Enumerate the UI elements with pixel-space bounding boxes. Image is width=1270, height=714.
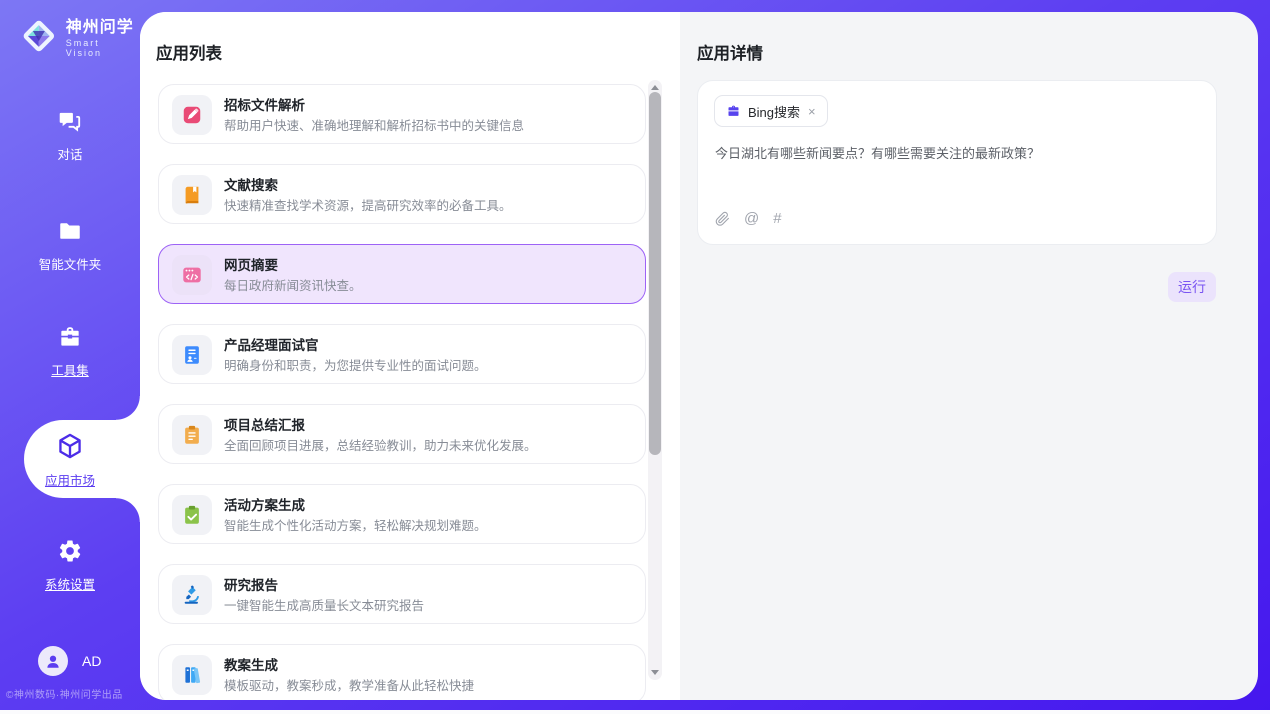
bid-doc-icon [172, 95, 212, 135]
scrollbar-thumb[interactable] [649, 92, 661, 455]
app-name: 活动方案生成 [224, 494, 305, 514]
toolbox-icon [57, 337, 83, 354]
app-description: 帮助用户快速、准确地理解和解析招标书中的关键信息 [224, 115, 524, 134]
cube-icon [56, 447, 84, 464]
bubble-notch-bottom [116, 498, 140, 522]
app-card-4[interactable]: 产品经理面试官明确身份和职责，为您提供专业性的面试问题。 [158, 324, 646, 384]
attachment-icon[interactable] [715, 211, 730, 227]
copyright-footer: ©神州数码·神州问学出品 [6, 686, 123, 701]
app-card-8[interactable]: 教案生成模板驱动，教案秒成，教学准备从此轻松快捷 [158, 644, 646, 700]
brand-logo-icon [20, 17, 58, 55]
app-description: 模板驱动，教案秒成，教学准备从此轻松快捷 [224, 675, 474, 694]
app-card-6[interactable]: 活动方案生成智能生成个性化活动方案，轻松解决规划难题。 [158, 484, 646, 544]
mention-icon[interactable]: @ [744, 210, 759, 227]
app-card-1[interactable]: 招标文件解析帮助用户快速、准确地理解和解析招标书中的关键信息 [158, 84, 646, 144]
folder-icon [57, 231, 83, 248]
microscope-icon [172, 575, 212, 615]
user-row[interactable]: AD [38, 646, 101, 676]
tool-tag-bing-search[interactable]: Bing搜索 × [714, 95, 828, 127]
avatar[interactable] [38, 646, 68, 676]
sidebar-item-2[interactable]: 智能文件夹 [0, 218, 140, 273]
input-toolbar: @ # [715, 210, 782, 227]
app-detail-title: 应用详情 [697, 40, 763, 64]
sidebar-item-4[interactable]: 应用市场 [0, 432, 140, 489]
app-detail-panel: 应用详情 Bing搜索 × 今日湖北有哪些新闻要点？有哪些需要关注的最新政策？ … [680, 12, 1258, 700]
app-name: 文献搜索 [224, 174, 278, 194]
sidebar-item-1[interactable]: 对话 [0, 108, 140, 163]
bottom-strip [0, 710, 1270, 714]
app-description: 全面回顾项目进展，总结经验教训，助力未来优化发展。 [224, 435, 537, 454]
page: 神州问学 Smart Vision 对话智能文件夹工具集应用市场系统设置 AD … [0, 0, 1270, 714]
app-list-panel: 应用列表 招标文件解析帮助用户快速、准确地理解和解析招标书中的关键信息文献搜索快… [140, 12, 680, 700]
app-name: 招标文件解析 [224, 94, 305, 114]
app-name: 网页摘要 [224, 254, 278, 274]
main-content: 应用列表 招标文件解析帮助用户快速、准确地理解和解析招标书中的关键信息文献搜索快… [140, 12, 1258, 700]
tool-tag-label: Bing搜索 [748, 102, 800, 121]
book-icon [172, 175, 212, 215]
interview-icon [172, 335, 212, 375]
brand: 神州问学 Smart Vision [20, 13, 140, 58]
scrollbar[interactable] [648, 80, 662, 680]
bubble-notch-top [116, 396, 140, 420]
run-button[interactable]: 运行 [1168, 272, 1216, 302]
app-name: 产品经理面试官 [224, 334, 319, 354]
briefcase-icon [726, 104, 741, 119]
sidebar-item-label: 工具集 [0, 360, 140, 379]
query-text[interactable]: 今日湖北有哪些新闻要点？有哪些需要关注的最新政策？ [715, 144, 1200, 164]
app-card-3[interactable]: 网页摘要每日政府新闻资讯快查。 [158, 244, 646, 304]
app-description: 快速精准查找学术资源，提高研究效率的必备工具。 [224, 195, 512, 214]
app-list-title: 应用列表 [156, 40, 222, 64]
books-icon [172, 655, 212, 695]
app-card-7[interactable]: 研究报告一键智能生成高质量长文本研究报告 [158, 564, 646, 624]
scroll-down-icon[interactable] [651, 670, 659, 675]
app-description: 每日政府新闻资讯快查。 [224, 275, 362, 294]
close-icon[interactable]: × [807, 104, 817, 119]
scroll-up-icon[interactable] [651, 85, 659, 90]
app-description: 一键智能生成高质量长文本研究报告 [224, 595, 424, 614]
app-name: 教案生成 [224, 654, 278, 674]
app-name: 项目总结汇报 [224, 414, 305, 434]
sidebar-item-5[interactable]: 系统设置 [0, 538, 140, 593]
person-icon [44, 652, 62, 670]
app-card-2[interactable]: 文献搜索快速精准查找学术资源，提高研究效率的必备工具。 [158, 164, 646, 224]
user-initials: AD [82, 653, 101, 669]
sidebar-item-label: 系统设置 [0, 574, 140, 593]
clipboard-icon [172, 415, 212, 455]
gear-icon [57, 551, 83, 568]
sidebar-item-3[interactable]: 工具集 [0, 324, 140, 379]
app-card-5[interactable]: 项目总结汇报全面回顾项目进展，总结经验教训，助力未来优化发展。 [158, 404, 646, 464]
chat-icon [57, 121, 83, 138]
app-name: 研究报告 [224, 574, 278, 594]
app-description: 明确身份和职责，为您提供专业性的面试问题。 [224, 355, 487, 374]
app-description: 智能生成个性化活动方案，轻松解决规划难题。 [224, 515, 487, 534]
sidebar-item-label: 对话 [0, 144, 140, 163]
brand-subtitle: Smart Vision [66, 38, 140, 58]
sidebar-item-label: 智能文件夹 [0, 254, 140, 273]
sidebar-item-label: 应用市场 [0, 470, 140, 489]
app-list: 招标文件解析帮助用户快速、准确地理解和解析招标书中的关键信息文献搜索快速精准查找… [158, 84, 646, 700]
webpage-icon [172, 255, 212, 295]
plan-icon [172, 495, 212, 535]
hash-icon[interactable]: # [773, 210, 781, 227]
brand-name: 神州问学 [66, 13, 140, 37]
prompt-card: Bing搜索 × 今日湖北有哪些新闻要点？有哪些需要关注的最新政策？ @ # [697, 80, 1217, 245]
sidebar: 神州问学 Smart Vision 对话智能文件夹工具集应用市场系统设置 AD … [0, 0, 140, 710]
